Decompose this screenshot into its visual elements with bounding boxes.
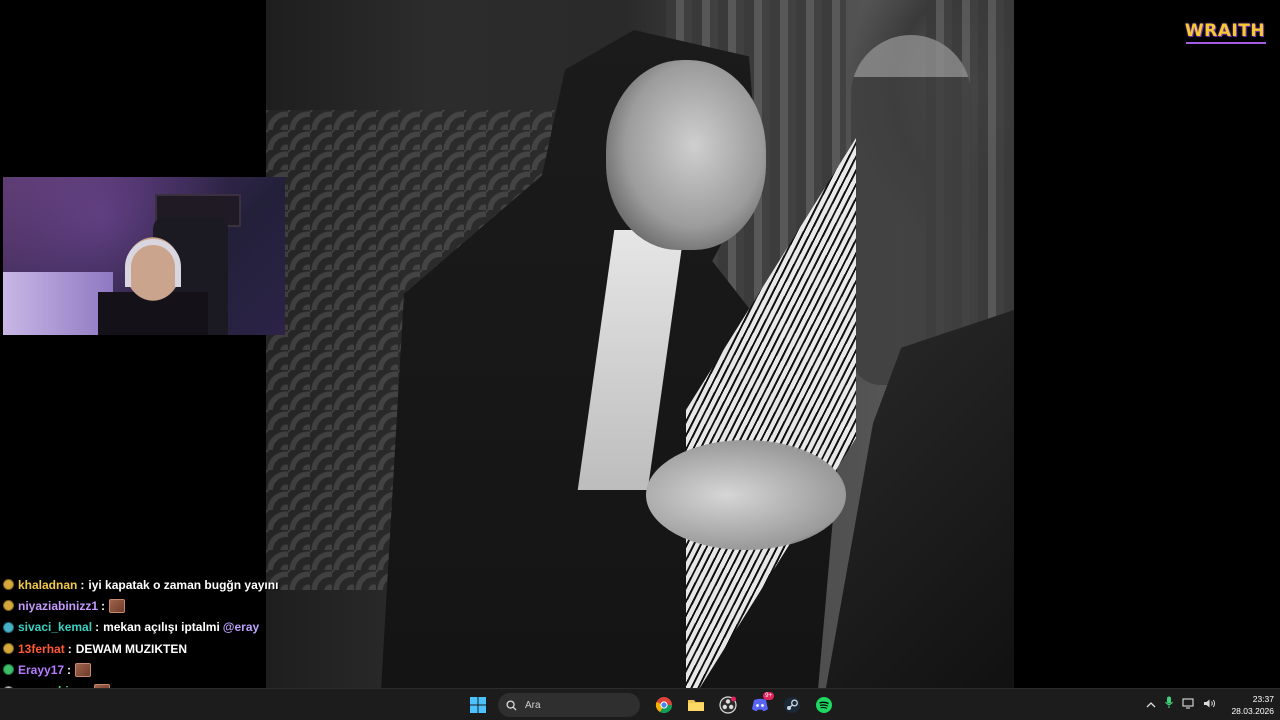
- microphone-icon[interactable]: [1164, 696, 1174, 714]
- logo-underline: [1186, 42, 1266, 44]
- file-explorer-icon: [688, 700, 704, 711]
- chat-username[interactable]: 13ferhat: [18, 642, 65, 656]
- chat-emote-icon: [75, 662, 92, 677]
- chat-separator: :: [80, 577, 85, 592]
- discord-icon: [752, 698, 768, 712]
- chat-username[interactable]: sivaci_kemal: [18, 620, 92, 634]
- chat-text: DEWAM MUZIKTEN: [75, 641, 188, 656]
- chat-text: iyi kapatak o zaman bugğn yayını: [88, 577, 279, 592]
- chat-message: 13ferhat: DEWAM MUZIKTEN: [3, 638, 273, 659]
- clock-date: 28.03.2026: [1231, 706, 1274, 716]
- taskbar-app-obs[interactable]: [716, 693, 740, 717]
- taskbar-app-discord[interactable]: 9+: [748, 692, 774, 717]
- logo-text: WRAITH: [1184, 21, 1266, 41]
- chat-text: mekan açılışı iptalmi: [103, 620, 220, 635]
- system-tray: [1146, 689, 1216, 720]
- taskbar-app-chrome[interactable]: [652, 693, 676, 717]
- pianist-hands: [646, 440, 846, 550]
- discord-badge: 9+: [763, 692, 774, 700]
- chevron-up-icon[interactable]: [1146, 696, 1156, 714]
- chat-emote-icon: [109, 598, 126, 613]
- taskbar-app-spotify[interactable]: [812, 693, 836, 717]
- chat-badge-icon: [3, 579, 14, 591]
- chat-separator: :: [67, 662, 72, 677]
- search-placeholder: Ara: [525, 699, 541, 711]
- system-clock[interactable]: 23:37 28.03.2026: [1224, 693, 1274, 717]
- search-icon: [506, 699, 517, 711]
- obs-icon: [719, 696, 737, 714]
- headset: [125, 239, 181, 287]
- spotify-icon: [816, 697, 832, 713]
- chat-username[interactable]: khaladnan: [18, 578, 77, 592]
- chat-separator: :: [101, 598, 106, 613]
- chat-username[interactable]: Erayy17: [18, 663, 64, 677]
- chat-badge-icon: [3, 643, 14, 655]
- volume-icon[interactable]: [1203, 696, 1216, 714]
- chat-username[interactable]: niyaziabinizz1: [18, 599, 98, 613]
- chrome-icon: [655, 697, 673, 714]
- steam-icon: [784, 697, 800, 713]
- start-button[interactable]: [466, 693, 490, 717]
- clock-time: 23:37: [1252, 694, 1274, 704]
- chat-message: khaladnan: iyi kapatak o zaman bugğn yayı…: [3, 574, 278, 595]
- network-icon[interactable]: [1182, 696, 1195, 714]
- webcam-feed: [3, 177, 285, 335]
- taskbar-app-explorer[interactable]: [684, 693, 708, 717]
- shelf: [3, 272, 113, 335]
- chat-badge-icon: [3, 664, 14, 676]
- taskbar: Ara 9+ 23:37 28.03.2026: [0, 688, 1280, 720]
- chat-badge-icon: [3, 621, 14, 633]
- channel-logo: WRAITH: [1180, 18, 1270, 44]
- taskbar-center: Ara 9+: [466, 689, 836, 720]
- search-box[interactable]: Ara: [498, 693, 640, 717]
- stream-photo: [266, 0, 1014, 688]
- chat-message: niyaziabinizz1:: [3, 595, 273, 616]
- taskbar-app-steam[interactable]: [780, 693, 804, 717]
- pianist-face: [606, 60, 766, 250]
- chat-message: sivaci_kemal: mekan açılışı iptalmi @eray: [3, 617, 273, 638]
- chat-separator: :: [67, 641, 72, 656]
- windows-icon: [470, 697, 486, 713]
- chat-message: Erayy17:: [3, 659, 273, 680]
- chat-mention: @eray: [222, 620, 260, 635]
- chat-badge-icon: [3, 600, 14, 612]
- chat-separator: :: [95, 620, 100, 635]
